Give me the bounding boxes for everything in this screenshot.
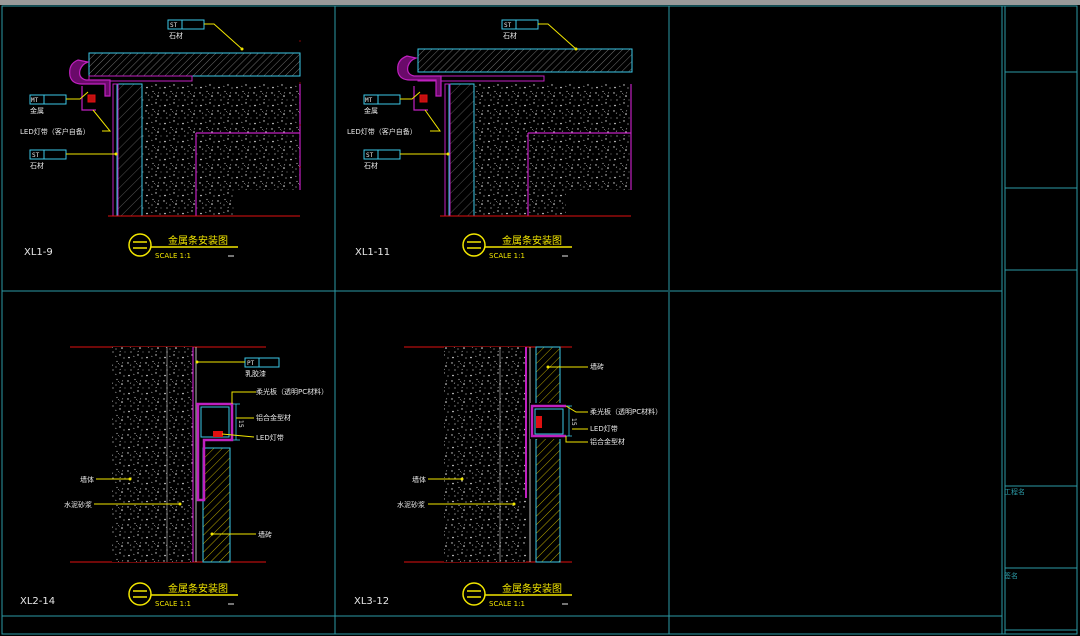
title-block-sign-label: 签名 <box>1004 571 1018 580</box>
note-diffuser: 柔光板（透明PC材料） <box>590 407 662 416</box>
note-led: LED灯带 <box>256 433 284 442</box>
svg-text:MT: MT <box>365 97 373 104</box>
svg-text:金属条安装图: 金属条安装图 <box>502 234 562 247</box>
svg-text:SCALE 1:1: SCALE 1:1 <box>489 600 525 608</box>
detail-title-xl1-11: XL1-11 金属条安装图 SCALE 1:1 <box>355 233 572 260</box>
svg-text:ST: ST <box>504 22 512 29</box>
cad-drawing-canvas[interactable]: 工程名 签名 ST 石材 MT 金属 LED灯带（客户自备） ST 石材 XL1… <box>0 0 1080 636</box>
detail-xl2-14[interactable]: 15 PT 乳胶漆 柔光板（透明PC材料） 铝合金型材 LED灯带 墙体 水泥砂… <box>20 346 328 608</box>
svg-text:金属: 金属 <box>364 106 378 115</box>
window-top-bar <box>0 0 1080 5</box>
detail-xl1-11[interactable]: ST 石材 MT 金属 LED灯带（客户自备） ST 石材 XL1-11 金属条… <box>347 19 633 260</box>
tag-metal: MT 金属 <box>363 91 421 115</box>
stone-slab <box>417 48 633 73</box>
tag-stone-side: ST 石材 <box>363 149 450 170</box>
tag-latex-paint: PT 乳胶漆 <box>195 357 280 378</box>
tag-stone-side: ST 石材 <box>29 149 118 170</box>
svg-text:XL3-12: XL3-12 <box>354 596 389 607</box>
svg-text:石材: 石材 <box>364 161 378 170</box>
svg-text:乳胶漆: 乳胶漆 <box>245 369 266 378</box>
svg-text:石材: 石材 <box>503 31 517 40</box>
note-mortar: 水泥砂浆 <box>64 500 92 509</box>
note-wall: 墙体 <box>412 475 426 484</box>
note-wall: 墙体 <box>80 475 94 484</box>
detail-title-xl2-14: XL2-14 金属条安装图 SCALE 1:1 <box>20 582 238 608</box>
svg-text:金属条安装图: 金属条安装图 <box>168 582 228 595</box>
note-led: LED灯带（客户自备） <box>347 127 417 136</box>
svg-text:MT: MT <box>31 97 39 104</box>
wall-tile <box>535 346 561 563</box>
note-mortar: 水泥砂浆 <box>397 500 425 509</box>
detail-title-xl1-9: XL1-9 金属条安装图 SCALE 1:1 <box>24 233 238 260</box>
note-led: LED灯带（客户自备） <box>20 127 90 136</box>
dimension-15: 15 <box>237 420 244 428</box>
wall-tile <box>202 447 231 563</box>
concrete-wall <box>142 84 300 216</box>
svg-text:石材: 石材 <box>169 31 183 40</box>
tag-metal: MT 金属 <box>29 91 89 115</box>
svg-text:ST: ST <box>32 152 40 159</box>
svg-text:ST: ST <box>366 152 374 159</box>
masonry-wall <box>444 347 500 562</box>
svg-text:石材: 石材 <box>30 161 44 170</box>
stone-slab <box>88 52 301 77</box>
dimension-15: 15 <box>570 418 577 426</box>
detail-xl3-12[interactable]: 15 墙砖 柔光板（透明PC材料） LED灯带 铝合金型材 墙体 水泥砂浆 XL… <box>354 346 662 608</box>
note-tile: 墙砖 <box>258 530 272 539</box>
note-led: LED灯带 <box>590 424 618 433</box>
svg-text:金属条安装图: 金属条安装图 <box>168 234 228 247</box>
note-aluminium: 铝合金型材 <box>256 413 291 422</box>
svg-text:SCALE 1:1: SCALE 1:1 <box>155 600 191 608</box>
detail-title-xl3-12: XL3-12 金属条安装图 SCALE 1:1 <box>354 582 572 608</box>
svg-text:SCALE 1:1: SCALE 1:1 <box>489 252 525 260</box>
note-diffuser: 柔光板（透明PC材料） <box>256 387 328 396</box>
concrete-wall <box>474 84 631 216</box>
masonry-wall <box>112 347 167 562</box>
svg-text:PT: PT <box>247 360 255 367</box>
cement-mortar <box>500 347 526 562</box>
svg-text:XL1-9: XL1-9 <box>24 247 53 258</box>
note-tile-top: 墙砖 <box>590 362 604 371</box>
tag-stone-top: ST 石材 <box>167 19 244 51</box>
svg-text:XL2-14: XL2-14 <box>20 596 55 607</box>
svg-text:XL1-11: XL1-11 <box>355 247 390 258</box>
title-block-project-label: 工程名 <box>1004 487 1025 496</box>
note-aluminium: 铝合金型材 <box>590 437 625 446</box>
tag-stone-top: ST 石材 <box>501 19 578 51</box>
svg-text:ST: ST <box>170 22 178 29</box>
svg-text:金属条安装图: 金属条安装图 <box>502 582 562 595</box>
cement-mortar <box>167 347 193 562</box>
svg-text:SCALE 1:1: SCALE 1:1 <box>155 252 191 260</box>
detail-xl1-9[interactable]: ST 石材 MT 金属 LED灯带（客户自备） ST 石材 XL1-9 金属条安… <box>20 19 301 260</box>
svg-text:金属: 金属 <box>30 106 44 115</box>
